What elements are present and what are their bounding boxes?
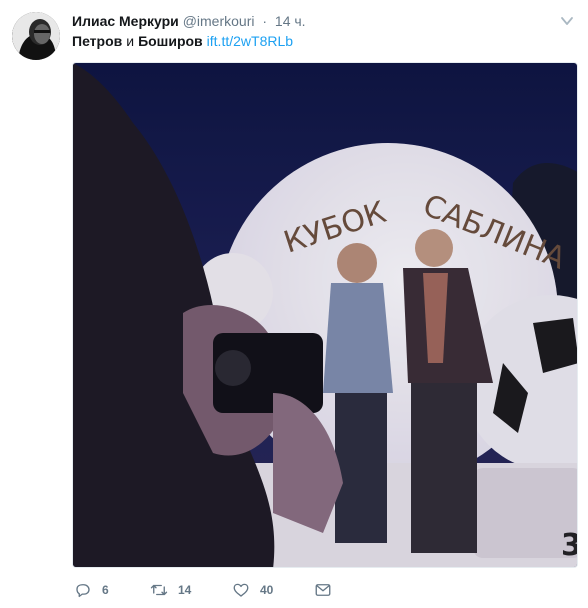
- tweet: Илиас Меркури @imerkouri · 14 ч. Петров и…: [0, 0, 588, 608]
- avatar[interactable]: [12, 12, 60, 60]
- reply-count: 6: [102, 583, 109, 597]
- text-name-petrov: Петров: [72, 33, 123, 49]
- like-count: 40: [260, 583, 274, 597]
- text-name-boshirov: Боширов: [138, 33, 203, 49]
- separator-dot: ·: [262, 13, 268, 29]
- author-name[interactable]: Илиас Меркури: [72, 13, 179, 29]
- retweet-count: 14: [178, 583, 192, 597]
- chevron-down-icon[interactable]: [560, 14, 574, 28]
- direct-message-button[interactable]: [314, 578, 332, 602]
- like-button[interactable]: 40: [232, 578, 273, 602]
- reply-icon: [76, 584, 90, 598]
- tweet-link[interactable]: ift.tt/2wT8RLb: [207, 33, 293, 49]
- photo-scene: КУБОК САБЛИНА 2 3: [73, 63, 577, 567]
- tweet-timestamp[interactable]: 14 ч.: [275, 13, 306, 29]
- tweet-photo[interactable]: КУБОК САБЛИНА 2 3: [72, 62, 578, 568]
- retweet-button[interactable]: 14: [150, 578, 191, 602]
- like-icon: [233, 583, 249, 597]
- direct-message-icon: [315, 584, 331, 596]
- reply-button[interactable]: 6: [74, 578, 109, 602]
- author-handle[interactable]: @imerkouri: [183, 13, 255, 29]
- tweet-text: Петров и Боширов ift.tt/2wT8RLb: [72, 31, 293, 51]
- tweet-header: Илиас Меркури @imerkouri · 14 ч.: [72, 11, 306, 31]
- tweet-actions: 6 14 40: [72, 578, 492, 602]
- retweet-icon: [150, 584, 168, 596]
- text-and: и: [126, 33, 135, 49]
